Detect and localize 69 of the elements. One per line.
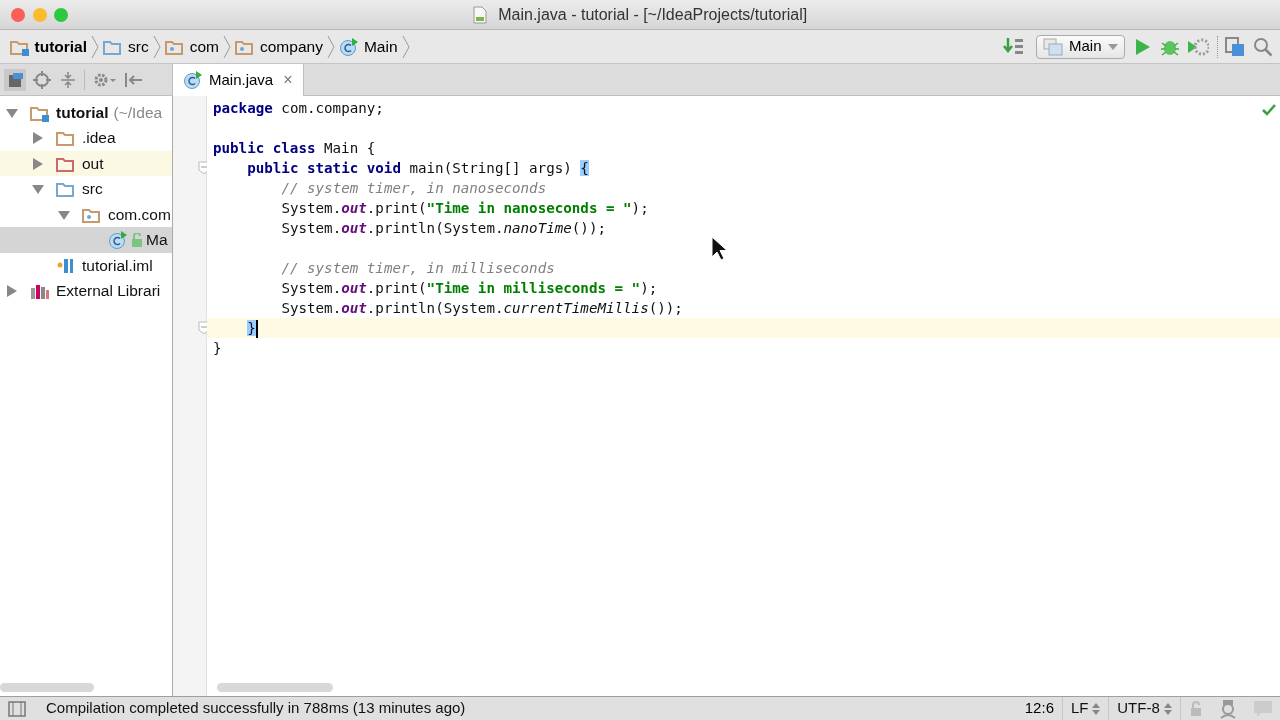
scrollbar[interactable] xyxy=(217,683,333,692)
encoding-selector[interactable]: UTF-8 xyxy=(1117,697,1160,720)
up-down-arrows-icon xyxy=(1092,702,1101,715)
locate-icon[interactable] xyxy=(33,70,52,89)
status-message: Compilation completed successfully in 788ms (13 minutes ago) xyxy=(46,698,466,719)
collapsed-arrow-icon[interactable] xyxy=(32,157,44,170)
build-icon[interactable] xyxy=(1002,36,1025,57)
line-separator-selector[interactable]: LF xyxy=(1071,697,1089,720)
tree-item[interactable]: tutorial (~/Idea xyxy=(0,99,172,126)
code-line: package com.company; xyxy=(213,100,384,116)
editor-tab[interactable]: Main.java × xyxy=(173,64,304,96)
text-cursor xyxy=(255,320,258,338)
run-configuration-dropdown[interactable]: Main xyxy=(1036,34,1125,59)
scrollbar[interactable] xyxy=(0,683,94,692)
unlocked-icon xyxy=(131,233,143,247)
tree-item[interactable]: Ma xyxy=(0,227,172,253)
folder-icon xyxy=(56,129,76,147)
mouse-pointer-icon xyxy=(711,236,727,260)
code-line: // system timer, in milliseconds xyxy=(281,260,555,276)
code-line: // system timer, in nanoseconds xyxy=(281,180,547,196)
coverage-icon[interactable] xyxy=(1187,36,1209,57)
library-icon xyxy=(30,282,50,300)
check-icon xyxy=(1262,104,1276,116)
module-file-icon xyxy=(56,256,76,275)
breadcrumb[interactable]: com xyxy=(162,34,221,59)
search-icon[interactable] xyxy=(1252,36,1273,57)
minimize-window-button[interactable] xyxy=(32,7,47,22)
expanded-arrow-icon[interactable] xyxy=(58,209,70,220)
class-icon xyxy=(183,71,203,89)
hide-panel-icon[interactable] xyxy=(124,70,145,89)
close-window-button[interactable] xyxy=(11,7,26,22)
chevron-icon xyxy=(221,33,233,60)
folder-icon xyxy=(56,180,76,198)
tree-item[interactable]: out xyxy=(0,150,172,177)
class-icon xyxy=(108,231,128,249)
collapsed-arrow-icon[interactable] xyxy=(6,285,18,297)
code-line: public static void main(String[] args) { xyxy=(247,160,589,176)
expanded-arrow-icon[interactable] xyxy=(32,184,44,194)
caret-position[interactable]: 12:6 xyxy=(1015,697,1062,720)
code-line: System.out.print("Time in milliseconds = "); xyxy=(281,280,658,296)
breadcrumb[interactable]: tutorial xyxy=(7,34,90,59)
tree-item[interactable]: tutorial.iml xyxy=(0,252,172,279)
zoom-window-button[interactable] xyxy=(54,7,69,22)
up-down-arrows-icon xyxy=(1163,702,1172,715)
tree-item[interactable]: External Librari xyxy=(0,278,172,304)
caret-icon xyxy=(1107,42,1118,51)
tree-item[interactable]: src xyxy=(0,176,172,202)
expanded-arrow-icon[interactable] xyxy=(6,107,18,118)
collapsed-arrow-icon[interactable] xyxy=(32,132,44,144)
breadcrumb[interactable]: company xyxy=(233,34,325,59)
breadcrumb[interactable]: Main xyxy=(336,34,400,59)
project-view-icon[interactable] xyxy=(3,68,26,91)
code-line: System.out.println(System.nanoTime()); xyxy=(281,220,606,236)
project-structure-icon[interactable] xyxy=(1225,36,1245,57)
close-tab-button[interactable]: × xyxy=(283,68,293,92)
code-line: System.out.println(System.currentTimeMillis()); xyxy=(281,300,683,316)
window-icon xyxy=(1043,37,1063,56)
code-line: public class Main { xyxy=(213,140,376,156)
code-line: System.out.print("Time in nanoseconds = "); xyxy=(281,200,649,216)
java-file-icon xyxy=(472,6,487,24)
tool-windows-icon[interactable] xyxy=(8,700,26,717)
code-line: } xyxy=(213,340,222,356)
breadcrumb[interactable]: src xyxy=(101,34,151,59)
window-title: Main.java - tutorial - [~/IdeaProjects/tutorial] xyxy=(497,5,808,25)
tree-item[interactable]: com.com xyxy=(0,201,172,228)
collapse-all-icon[interactable] xyxy=(58,70,77,89)
tree-item[interactable]: .idea xyxy=(0,125,172,151)
unlocked-icon[interactable] xyxy=(1188,700,1203,717)
class-icon xyxy=(338,37,359,56)
